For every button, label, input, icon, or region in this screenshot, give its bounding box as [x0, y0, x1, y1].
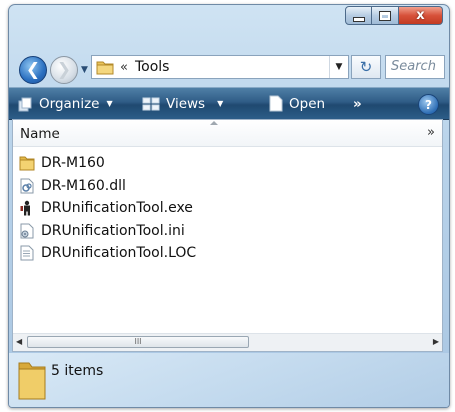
- document-icon: [269, 95, 283, 112]
- folder-icon: [18, 362, 46, 400]
- open-label: Open: [289, 95, 326, 112]
- more-commands-button[interactable]: »: [353, 88, 362, 119]
- more-columns-button[interactable]: »: [427, 125, 435, 140]
- exe-app-icon: [20, 201, 30, 216]
- explorer-window: x ❮ ❯ ▼ « Tools ▼ ↻ Search Organize ▼ Vi…: [8, 4, 450, 408]
- help-button[interactable]: ?: [418, 94, 439, 115]
- close-icon: x: [416, 8, 425, 23]
- minimize-button[interactable]: [345, 6, 372, 25]
- organize-label: Organize: [39, 95, 100, 112]
- file-list-pane: Name » DR-M160 DR-M160.dll DRUnification…: [12, 119, 443, 352]
- file-name: DR-M160.dll: [41, 177, 126, 194]
- folder-icon: [19, 156, 35, 171]
- folder-icon: [96, 61, 114, 75]
- refresh-button[interactable]: ↻: [351, 55, 381, 79]
- text-file-icon: [20, 245, 34, 261]
- close-button[interactable]: x: [399, 6, 443, 25]
- maximize-button[interactable]: [372, 6, 399, 25]
- overflow-chevron-icon: »: [353, 95, 362, 112]
- scroll-left-arrow-icon[interactable]: ◀: [16, 337, 22, 346]
- column-header-name[interactable]: Name: [20, 126, 60, 142]
- views-icon: [142, 97, 160, 110]
- organize-icon: [18, 97, 32, 111]
- refresh-icon: ↻: [359, 58, 373, 76]
- command-bar: Organize ▼ Views ▼ Open » ?: [9, 87, 449, 120]
- recent-pages-dropdown[interactable]: ▼: [81, 65, 88, 75]
- breadcrumb-tools[interactable]: Tools: [135, 59, 329, 75]
- help-icon: ?: [425, 97, 432, 112]
- organize-button[interactable]: Organize ▼: [17, 88, 113, 119]
- back-button[interactable]: ❮: [19, 56, 47, 84]
- caption-buttons: x: [345, 6, 443, 25]
- file-name: DR-M160: [41, 155, 105, 172]
- address-bar[interactable]: « Tools ▼: [91, 55, 349, 79]
- list-item[interactable]: DR-M160.dll: [19, 175, 196, 198]
- list-item[interactable]: DRUnificationTool.exe: [19, 197, 196, 220]
- views-label: Views: [166, 95, 206, 112]
- scrollbar-thumb[interactable]: III: [27, 336, 249, 348]
- forward-arrow-icon: ❯: [56, 60, 72, 80]
- item-count: 5 items: [51, 363, 104, 379]
- file-items: DR-M160 DR-M160.dll DRUnificationTool.ex…: [19, 152, 196, 265]
- address-dropdown[interactable]: ▼: [329, 56, 348, 78]
- forward-button[interactable]: ❯: [50, 56, 78, 84]
- list-item[interactable]: DR-M160: [19, 152, 196, 175]
- horizontal-scrollbar[interactable]: ◀ III ▶: [13, 333, 442, 351]
- open-button[interactable]: Open: [269, 88, 325, 119]
- file-name: DRUnificationTool.exe: [41, 200, 193, 217]
- chevron-down-icon: ▼: [106, 99, 113, 108]
- back-arrow-icon: ❮: [25, 60, 41, 80]
- breadcrumb-overflow[interactable]: «: [120, 60, 128, 75]
- file-name: DRUnificationTool.ini: [41, 222, 185, 239]
- column-header-row: Name »: [13, 120, 442, 147]
- list-item[interactable]: DRUnificationTool.ini: [19, 220, 196, 243]
- maximize-icon: [379, 10, 391, 21]
- sort-indicator-icon: [210, 121, 218, 125]
- views-button[interactable]: Views ▼: [142, 88, 223, 119]
- dll-file-icon: [20, 178, 34, 194]
- list-item[interactable]: DRUnificationTool.LOC: [19, 242, 196, 265]
- chevron-down-icon: ▼: [217, 99, 224, 108]
- file-name: DRUnificationTool.LOC: [41, 245, 197, 262]
- minimize-icon: [352, 16, 365, 22]
- scroll-right-arrow-icon[interactable]: ▶: [433, 337, 439, 346]
- search-input[interactable]: Search: [385, 55, 445, 79]
- details-pane: 5 items: [9, 353, 449, 407]
- ini-settings-icon: [20, 223, 34, 239]
